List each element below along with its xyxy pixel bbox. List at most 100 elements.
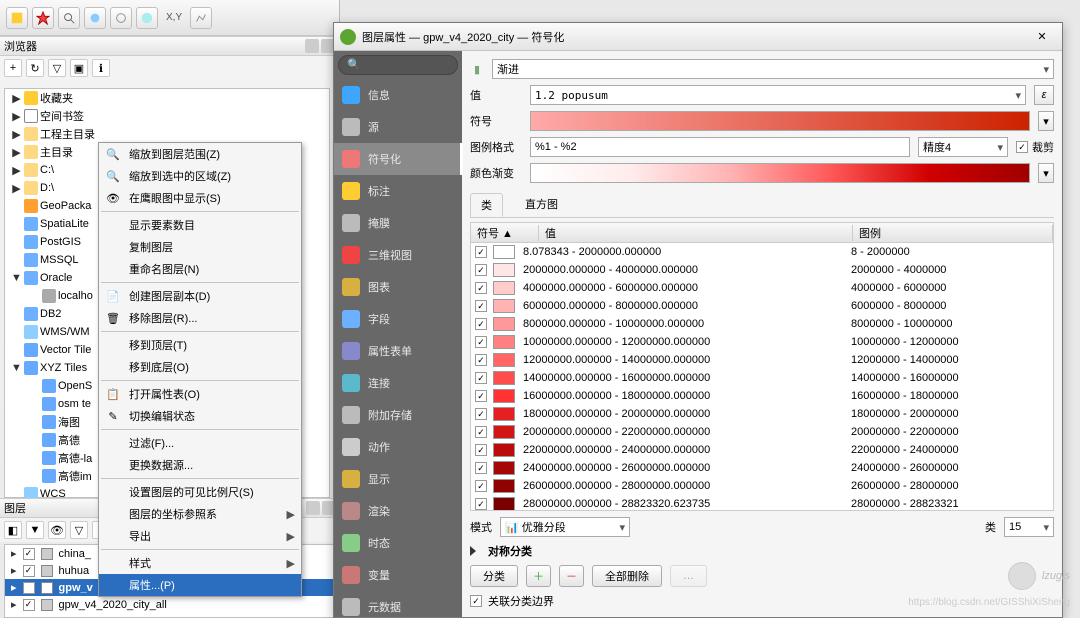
mode-combo[interactable]: 📊 优雅分段▾ (500, 517, 630, 537)
tab-classes[interactable]: 类 (470, 193, 503, 217)
renderer-type-combo[interactable]: 渐进▾ (492, 59, 1054, 79)
classes-table[interactable]: 符号 ▲ 值 图例 ✓8.078343 - 2000000.0000008 - … (470, 222, 1054, 511)
dock-icon[interactable] (305, 39, 319, 53)
context-menu-item[interactable]: 重命名图层(N) (99, 258, 301, 280)
classify-button[interactable]: 分类 (470, 565, 518, 587)
toolbar-button[interactable] (136, 7, 158, 29)
refresh-icon[interactable]: ↻ (26, 59, 44, 77)
layer-row[interactable]: ▸✓gpw_v4_2020_city_all (5, 596, 335, 613)
trim-checkbox[interactable]: ✓裁剪 (1016, 139, 1054, 155)
add-class-button[interactable]: ＋ (526, 565, 551, 587)
class-row[interactable]: ✓16000000.000000 - 18000000.000000160000… (471, 387, 1053, 405)
class-row[interactable]: ✓8000000.000000 - 10000000.0000008000000… (471, 315, 1053, 333)
sidebar-item[interactable]: 动作 (334, 431, 462, 463)
close-button[interactable]: ✕ (1028, 27, 1056, 47)
toolbar-button[interactable] (58, 7, 80, 29)
dialog-titlebar[interactable]: 图层属性 — gpw_v4_2020_city — 符号化 ✕ (334, 23, 1062, 51)
context-menu-item[interactable]: 属性...(P) (99, 574, 301, 596)
eye-icon[interactable]: 👁 (48, 521, 66, 539)
context-menu-item[interactable]: 过滤(F)... (99, 432, 301, 454)
toolbar-button[interactable] (84, 7, 106, 29)
info-icon[interactable]: ℹ (92, 59, 110, 77)
context-menu-item[interactable]: 移到顶层(T) (99, 334, 301, 356)
tree-item[interactable]: ▶空间书签 (5, 107, 329, 125)
sidebar-item[interactable]: 掩膜 (334, 207, 462, 239)
context-menu-item[interactable]: 复制图层 (99, 236, 301, 258)
context-menu-item[interactable]: 更换数据源... (99, 454, 301, 476)
sidebar-item[interactable]: 显示 (334, 463, 462, 495)
ramp-drop[interactable]: ▾ (1038, 163, 1054, 183)
filter-icon[interactable]: ▼ (26, 521, 44, 539)
context-menu-item[interactable]: ✎切换编辑状态 (99, 405, 301, 427)
color-ramp[interactable] (530, 163, 1030, 183)
sidebar-item[interactable]: 连接 (334, 367, 462, 399)
dock-icon[interactable] (306, 501, 320, 515)
context-menu-item[interactable]: 移到底层(O) (99, 356, 301, 378)
remove-class-button[interactable]: － (559, 565, 584, 587)
precision-combo[interactable]: 精度4▾ (918, 137, 1008, 157)
tree-item[interactable]: ▶工程主目录 (5, 125, 329, 143)
class-count-spin[interactable]: 15▾ (1004, 517, 1054, 537)
delete-all-button[interactable]: 全部删除 (592, 565, 662, 587)
context-menu-item[interactable]: 🔍缩放到图层范围(Z) (99, 143, 301, 165)
tree-item[interactable]: ▶收藏夹 (5, 89, 329, 107)
sidebar-item[interactable]: 变量 (334, 559, 462, 591)
class-row[interactable]: ✓2000000.000000 - 4000000.0000002000000 … (471, 261, 1053, 279)
class-row[interactable]: ✓26000000.000000 - 28000000.000000260000… (471, 477, 1053, 495)
sidebar-item[interactable]: 属性表单 (334, 335, 462, 367)
class-row[interactable]: ✓18000000.000000 - 20000000.000000180000… (471, 405, 1053, 423)
sidebar-item[interactable]: 信息 (334, 79, 462, 111)
context-menu-item[interactable]: 📄创建图层副本(D) (99, 285, 301, 307)
sidebar-search[interactable] (338, 55, 458, 75)
sidebar-item[interactable]: 源 (334, 111, 462, 143)
toolbar-button[interactable] (110, 7, 132, 29)
symmetric-label[interactable]: 对称分类 (488, 543, 532, 559)
sidebar-item[interactable]: 字段 (334, 303, 462, 335)
layer-context-menu[interactable]: 🔍缩放到图层范围(Z)🔍缩放到选中的区域(Z)👁在鹰眼图中显示(S) 显示要素数目… (98, 142, 302, 597)
add-icon[interactable]: + (4, 59, 22, 77)
link-boundaries-checkbox[interactable]: ✓关联分类边界 (470, 593, 554, 609)
sidebar-item[interactable]: 元数据 (334, 591, 462, 617)
filter-icon[interactable]: ▽ (48, 59, 66, 77)
context-menu-item[interactable]: 设置图层的可见比例尺(S) (99, 481, 301, 503)
sidebar-item[interactable]: 附加存储 (334, 399, 462, 431)
style-icon[interactable]: ◧ (4, 521, 22, 539)
context-menu-item[interactable]: 🔍缩放到选中的区域(Z) (99, 165, 301, 187)
toolbar-button[interactable] (6, 7, 28, 29)
sidebar-item[interactable]: 标注 (334, 175, 462, 207)
sidebar-item[interactable]: 图表 (334, 271, 462, 303)
context-menu-item[interactable]: 图层的坐标参照系▶ (99, 503, 301, 525)
context-menu-item[interactable]: 导出▶ (99, 525, 301, 547)
sidebar-item[interactable]: 三维视图 (334, 239, 462, 271)
collapse-icon[interactable]: ▣ (70, 59, 88, 77)
class-row[interactable]: ✓4000000.000000 - 6000000.0000004000000 … (471, 279, 1053, 297)
filter2-icon[interactable]: ▽ (70, 521, 88, 539)
sidebar-item[interactable]: 渲染 (334, 495, 462, 527)
context-menu-item[interactable]: 📋打开属性表(O) (99, 383, 301, 405)
class-row[interactable]: ✓6000000.000000 - 8000000.0000006000000 … (471, 297, 1053, 315)
toolbar-button[interactable] (32, 7, 54, 29)
context-menu-item[interactable]: 样式▶ (99, 552, 301, 574)
legend-format-input[interactable] (530, 137, 910, 157)
class-row[interactable]: ✓22000000.000000 - 24000000.000000220000… (471, 441, 1053, 459)
expression-button[interactable]: ε (1034, 85, 1054, 105)
toolbar-button[interactable] (190, 7, 212, 29)
value-field-combo[interactable]: 1.2 popusum▾ (530, 85, 1026, 105)
class-row[interactable]: ✓20000000.000000 - 22000000.000000200000… (471, 423, 1053, 441)
symbol-drop[interactable]: ▾ (1038, 111, 1054, 131)
sidebar-item[interactable]: 符号化 (334, 143, 462, 175)
class-row[interactable]: ✓12000000.000000 - 14000000.000000120000… (471, 351, 1053, 369)
symbol-preview[interactable] (530, 111, 1030, 131)
context-menu-item[interactable]: 🗑移除图层(R)... (99, 307, 301, 329)
tab-histogram[interactable]: 直方图 (515, 193, 568, 217)
sidebar-item[interactable]: 时态 (334, 527, 462, 559)
context-menu-item[interactable]: 显示要素数目 (99, 214, 301, 236)
class-row[interactable]: ✓10000000.000000 - 12000000.000000100000… (471, 333, 1053, 351)
expand-icon[interactable] (470, 546, 476, 556)
class-row[interactable]: ✓8.078343 - 2000000.0000008 - 2000000 (471, 243, 1053, 261)
class-row[interactable]: ✓28000000.000000 - 28823320.623735280000… (471, 495, 1053, 511)
layer-properties-dialog: 图层属性 — gpw_v4_2020_city — 符号化 ✕ 信息源符号化标注… (333, 22, 1063, 618)
class-row[interactable]: ✓24000000.000000 - 26000000.000000240000… (471, 459, 1053, 477)
context-menu-item[interactable]: 👁在鹰眼图中显示(S) (99, 187, 301, 209)
class-row[interactable]: ✓14000000.000000 - 16000000.000000140000… (471, 369, 1053, 387)
